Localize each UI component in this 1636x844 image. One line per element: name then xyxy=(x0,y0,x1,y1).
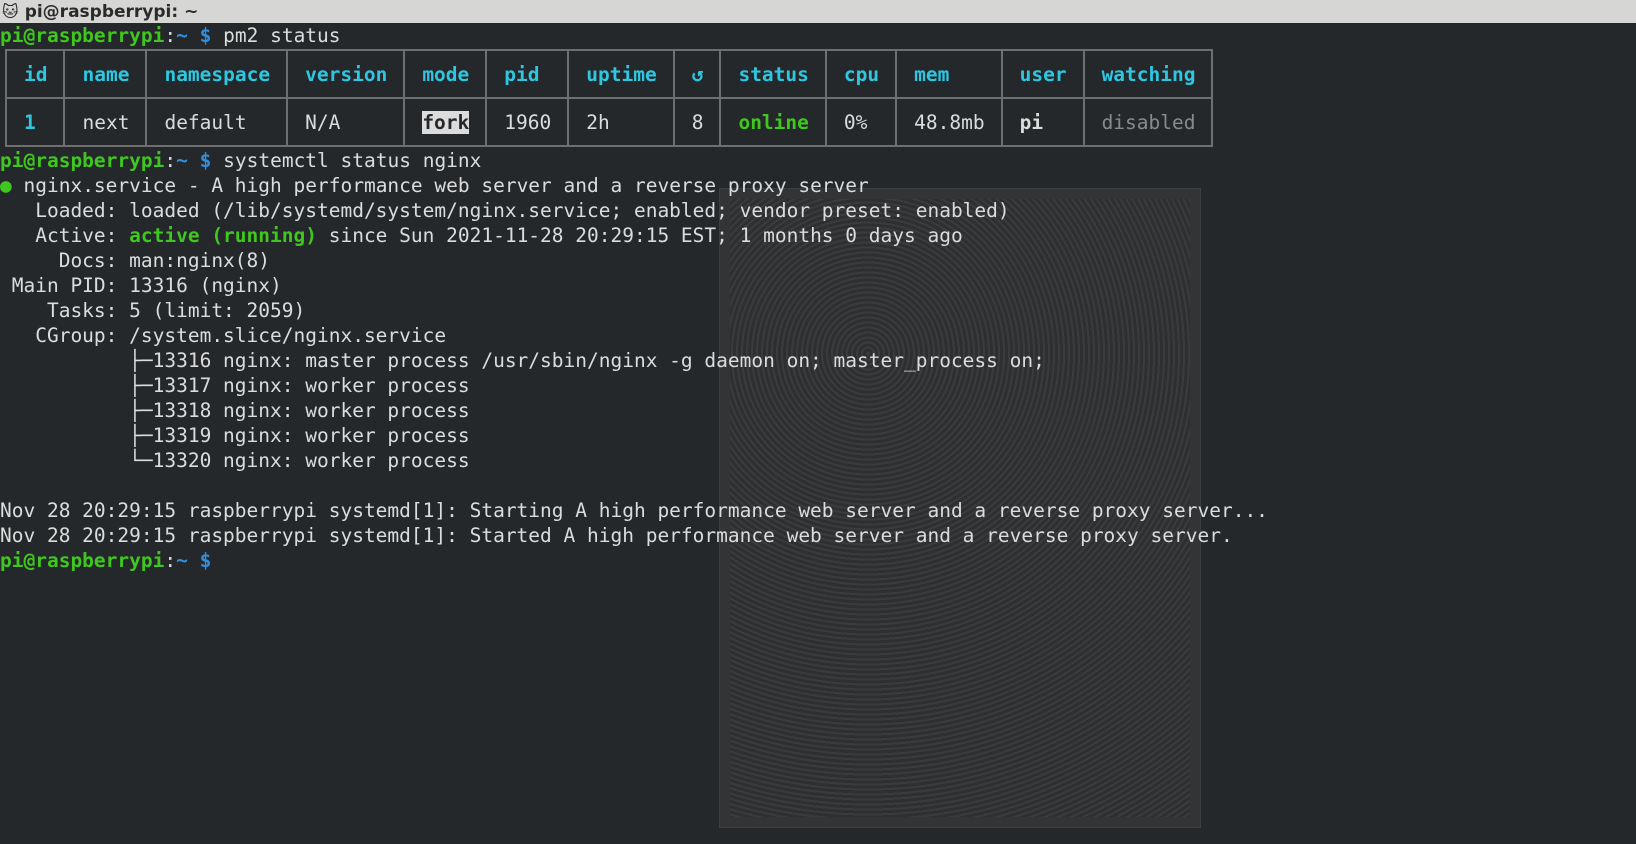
process-tree-item: ├─13318 nginx: worker process xyxy=(0,399,470,422)
header-status: status xyxy=(719,49,827,99)
log-line: Nov 28 20:29:15 raspberrypi systemd[1]: … xyxy=(0,499,1268,522)
header-version: version xyxy=(286,49,406,99)
header-restarts: ↺ xyxy=(672,49,722,99)
cell-watching: disabled xyxy=(1082,97,1214,147)
table-row: 1 next default N/A fork 1960 2h 8 online… xyxy=(4,97,1214,147)
mode-badge: fork xyxy=(422,110,470,134)
cell-status: online xyxy=(719,97,827,147)
prompt-line: pi@raspberrypi:~ $ systemctl status ngin… xyxy=(0,149,482,172)
docs-line: Docs: man:nginx(8) xyxy=(0,249,271,272)
pm2-status-table: id name namespace version mode pid uptim… xyxy=(4,49,1214,147)
process-tree-item: └─13320 nginx: worker process xyxy=(0,449,470,472)
tasks-line: Tasks: 5 (limit: 2059) xyxy=(0,299,306,322)
header-watching: watching xyxy=(1082,49,1214,99)
main-pid-line: Main PID: 13316 (nginx) xyxy=(0,274,282,297)
cell-uptime: 2h xyxy=(567,97,675,147)
cell-user: pi xyxy=(1000,97,1085,147)
process-tree-item: ├─13317 nginx: worker process xyxy=(0,374,470,397)
prompt-line[interactable]: pi@raspberrypi:~ $ xyxy=(0,548,1636,573)
header-user: user xyxy=(1000,49,1085,99)
cell-mode: fork xyxy=(403,97,488,147)
cgroup-line: CGroup: /system.slice/nginx.service xyxy=(0,324,447,347)
process-tree-item: ├─13319 nginx: worker process xyxy=(0,424,470,447)
header-cpu: cpu xyxy=(824,49,898,99)
cell-name: next xyxy=(63,97,148,147)
cell-cpu: 0% xyxy=(824,97,898,147)
terminal-cat-icon: 🐱 xyxy=(2,2,19,21)
active-line: Active: active (running) since Sun 2021-… xyxy=(0,224,963,247)
header-name: name xyxy=(63,49,148,99)
header-uptime: uptime xyxy=(567,49,675,99)
window-titlebar: 🐱 pi@raspberrypi: ~ xyxy=(0,0,1636,23)
cell-pid: 1960 xyxy=(485,97,570,147)
cell-namespace: default xyxy=(145,97,289,147)
log-line: Nov 28 20:29:15 raspberrypi systemd[1]: … xyxy=(0,524,1233,547)
table-header-row: id name namespace version mode pid uptim… xyxy=(4,49,1214,99)
cell-restarts: 8 xyxy=(672,97,722,147)
status-dot-icon: ● xyxy=(0,174,12,197)
cell-mem: 48.8mb xyxy=(895,97,1003,147)
terminal-output[interactable]: pi@raspberrypi:~ $ pm2 status id name na… xyxy=(0,23,1636,573)
window-title: pi@raspberrypi: ~ xyxy=(24,1,199,22)
header-pid: pid xyxy=(485,49,570,99)
prompt-line: pi@raspberrypi:~ $ pm2 status xyxy=(0,24,341,47)
service-line: ● nginx.service - A high performance web… xyxy=(0,174,869,197)
process-tree-item: ├─13316 nginx: master process /usr/sbin/… xyxy=(0,349,1045,372)
header-mode: mode xyxy=(403,49,488,99)
active-state: active (running) xyxy=(129,224,317,247)
cell-version: N/A xyxy=(286,97,406,147)
cell-id: 1 xyxy=(4,97,66,147)
command-text: pm2 status xyxy=(223,24,341,47)
header-id: id xyxy=(4,49,66,99)
command-text: systemctl status nginx xyxy=(223,149,482,172)
header-mem: mem xyxy=(895,49,1003,99)
header-namespace: namespace xyxy=(145,49,289,99)
loaded-line: Loaded: loaded (/lib/systemd/system/ngin… xyxy=(0,199,1010,222)
